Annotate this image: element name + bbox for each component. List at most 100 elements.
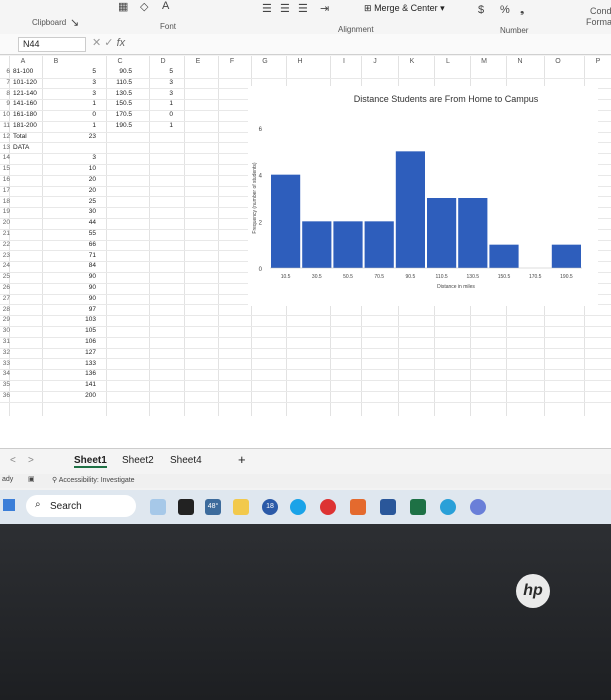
row-number[interactable]: 26 bbox=[0, 284, 10, 291]
align-left-icon[interactable]: ☰ bbox=[262, 2, 272, 15]
table-row[interactable]: 32 127 bbox=[0, 349, 180, 358]
cell-b[interactable]: 127 bbox=[46, 349, 96, 356]
edge-icon[interactable] bbox=[290, 499, 306, 515]
cell-b[interactable]: 25 bbox=[46, 198, 96, 205]
column-header-f[interactable]: F bbox=[222, 56, 242, 68]
table-row[interactable]: 12 Total 23 bbox=[0, 133, 180, 142]
cell-b[interactable]: 200 bbox=[46, 392, 96, 399]
table-row[interactable]: 15 10 bbox=[0, 165, 180, 174]
cell-d[interactable]: 3 bbox=[153, 79, 173, 86]
row-number[interactable]: 21 bbox=[0, 230, 10, 237]
search-box[interactable]: ⌕ Search bbox=[26, 495, 136, 517]
table-row[interactable]: 22 66 bbox=[0, 241, 180, 250]
font-color-icon[interactable]: A bbox=[162, 0, 169, 12]
row-number[interactable]: 18 bbox=[0, 198, 10, 205]
percent-button[interactable]: % bbox=[500, 4, 510, 16]
table-row[interactable]: 33 133 bbox=[0, 360, 180, 369]
cell-b[interactable]: 1 bbox=[46, 122, 96, 129]
accessibility-status[interactable]: ⚲ Accessibility: Investigate bbox=[52, 476, 135, 484]
histogram-chart[interactable]: Distance Students are From Home to Campu… bbox=[248, 86, 598, 306]
row-number[interactable]: 28 bbox=[0, 306, 10, 313]
table-row[interactable]: 26 90 bbox=[0, 284, 180, 293]
mail-badge-icon[interactable]: 18 bbox=[262, 499, 278, 515]
table-row[interactable]: 25 90 bbox=[0, 273, 180, 282]
row-number[interactable]: 6 bbox=[0, 68, 10, 75]
cell-b[interactable]: 97 bbox=[46, 306, 96, 313]
copilot-icon[interactable] bbox=[150, 499, 166, 515]
cell-b[interactable]: 90 bbox=[46, 284, 96, 291]
add-sheet-icon[interactable]: + bbox=[238, 452, 246, 467]
row-number[interactable]: 29 bbox=[0, 316, 10, 323]
row-number[interactable]: 10 bbox=[0, 111, 10, 118]
row-number[interactable]: 17 bbox=[0, 187, 10, 194]
media-icon[interactable] bbox=[320, 499, 336, 515]
row-number[interactable]: 19 bbox=[0, 208, 10, 215]
row-number[interactable]: 30 bbox=[0, 327, 10, 334]
row-number[interactable]: 14 bbox=[0, 154, 10, 161]
prev-sheet-icon[interactable]: < bbox=[10, 455, 16, 466]
row-number[interactable]: 22 bbox=[0, 241, 10, 248]
comma-style-icon[interactable]: ❟ bbox=[520, 4, 524, 17]
row-number[interactable]: 23 bbox=[0, 252, 10, 259]
cell-b[interactable]: 44 bbox=[46, 219, 96, 226]
row-number[interactable]: 31 bbox=[0, 338, 10, 345]
weather-icon[interactable]: 48° bbox=[205, 499, 221, 515]
column-header-m[interactable]: M bbox=[474, 56, 494, 68]
task-view-icon[interactable] bbox=[178, 499, 194, 515]
table-row[interactable]: 17 20 bbox=[0, 187, 180, 196]
table-row[interactable]: 36 200 bbox=[0, 392, 180, 401]
row-number[interactable]: 9 bbox=[0, 100, 10, 107]
table-row[interactable]: 10 161-180 0 170.5 0 bbox=[0, 111, 180, 120]
table-row[interactable]: 24 84 bbox=[0, 262, 180, 271]
row-number[interactable]: 15 bbox=[0, 165, 10, 172]
settings-icon[interactable] bbox=[470, 499, 486, 515]
indent-icon[interactable]: ⇥ bbox=[320, 2, 329, 15]
table-row[interactable]: 14 3 bbox=[0, 154, 180, 163]
column-header-j[interactable]: J bbox=[365, 56, 385, 68]
cell-b[interactable]: 23 bbox=[46, 133, 96, 140]
column-header-e[interactable]: E bbox=[188, 56, 208, 68]
row-number[interactable]: 13 bbox=[0, 144, 10, 151]
cell-c[interactable]: 190.5 bbox=[110, 122, 132, 129]
table-row[interactable]: 34 136 bbox=[0, 370, 180, 379]
start-icon[interactable] bbox=[3, 499, 15, 511]
column-header-k[interactable]: K bbox=[402, 56, 422, 68]
cell-b[interactable]: 3 bbox=[46, 154, 96, 161]
cell-a[interactable]: DATA bbox=[13, 144, 53, 151]
table-row[interactable]: 30 105 bbox=[0, 327, 180, 336]
row-number[interactable]: 20 bbox=[0, 219, 10, 226]
column-header-p[interactable]: P bbox=[588, 56, 608, 68]
cell-d[interactable]: 1 bbox=[153, 122, 173, 129]
name-box[interactable]: N44 bbox=[18, 37, 86, 52]
macro-icon[interactable]: ▣ bbox=[28, 475, 35, 483]
row-number[interactable]: 27 bbox=[0, 295, 10, 302]
cell-c[interactable]: 90.5 bbox=[110, 68, 132, 75]
cell-d[interactable]: 3 bbox=[153, 90, 173, 97]
column-header-i[interactable]: I bbox=[334, 56, 354, 68]
row-number[interactable]: 36 bbox=[0, 392, 10, 399]
cell-d[interactable]: 1 bbox=[153, 100, 173, 107]
cell-b[interactable]: 141 bbox=[46, 381, 96, 388]
row-number[interactable]: 8 bbox=[0, 90, 10, 97]
cell-b[interactable]: 136 bbox=[46, 370, 96, 377]
file-explorer-icon[interactable] bbox=[233, 499, 249, 515]
table-row[interactable]: 8 121-140 3 130.5 3 bbox=[0, 90, 180, 99]
cell-b[interactable]: 20 bbox=[46, 187, 96, 194]
column-header-a[interactable]: A bbox=[13, 56, 33, 68]
column-header-d[interactable]: D bbox=[153, 56, 173, 68]
table-row[interactable]: 28 97 bbox=[0, 306, 180, 315]
cell-b[interactable]: 3 bbox=[46, 79, 96, 86]
column-header-l[interactable]: L bbox=[438, 56, 458, 68]
cell-b[interactable]: 84 bbox=[46, 262, 96, 269]
dialog-launcher-icon[interactable]: ↘ bbox=[70, 16, 79, 29]
excel-icon[interactable] bbox=[410, 499, 426, 515]
border-icon[interactable]: ▦ bbox=[118, 0, 128, 13]
row-number[interactable]: 33 bbox=[0, 360, 10, 367]
cell-b[interactable]: 105 bbox=[46, 327, 96, 334]
column-header-o[interactable]: O bbox=[548, 56, 568, 68]
cell-b[interactable]: 0 bbox=[46, 111, 96, 118]
cell-b[interactable]: 90 bbox=[46, 295, 96, 302]
office-icon[interactable] bbox=[350, 499, 366, 515]
conditional-format-label-2[interactable]: Forma bbox=[586, 17, 611, 27]
align-center-icon[interactable]: ☰ bbox=[280, 2, 290, 15]
